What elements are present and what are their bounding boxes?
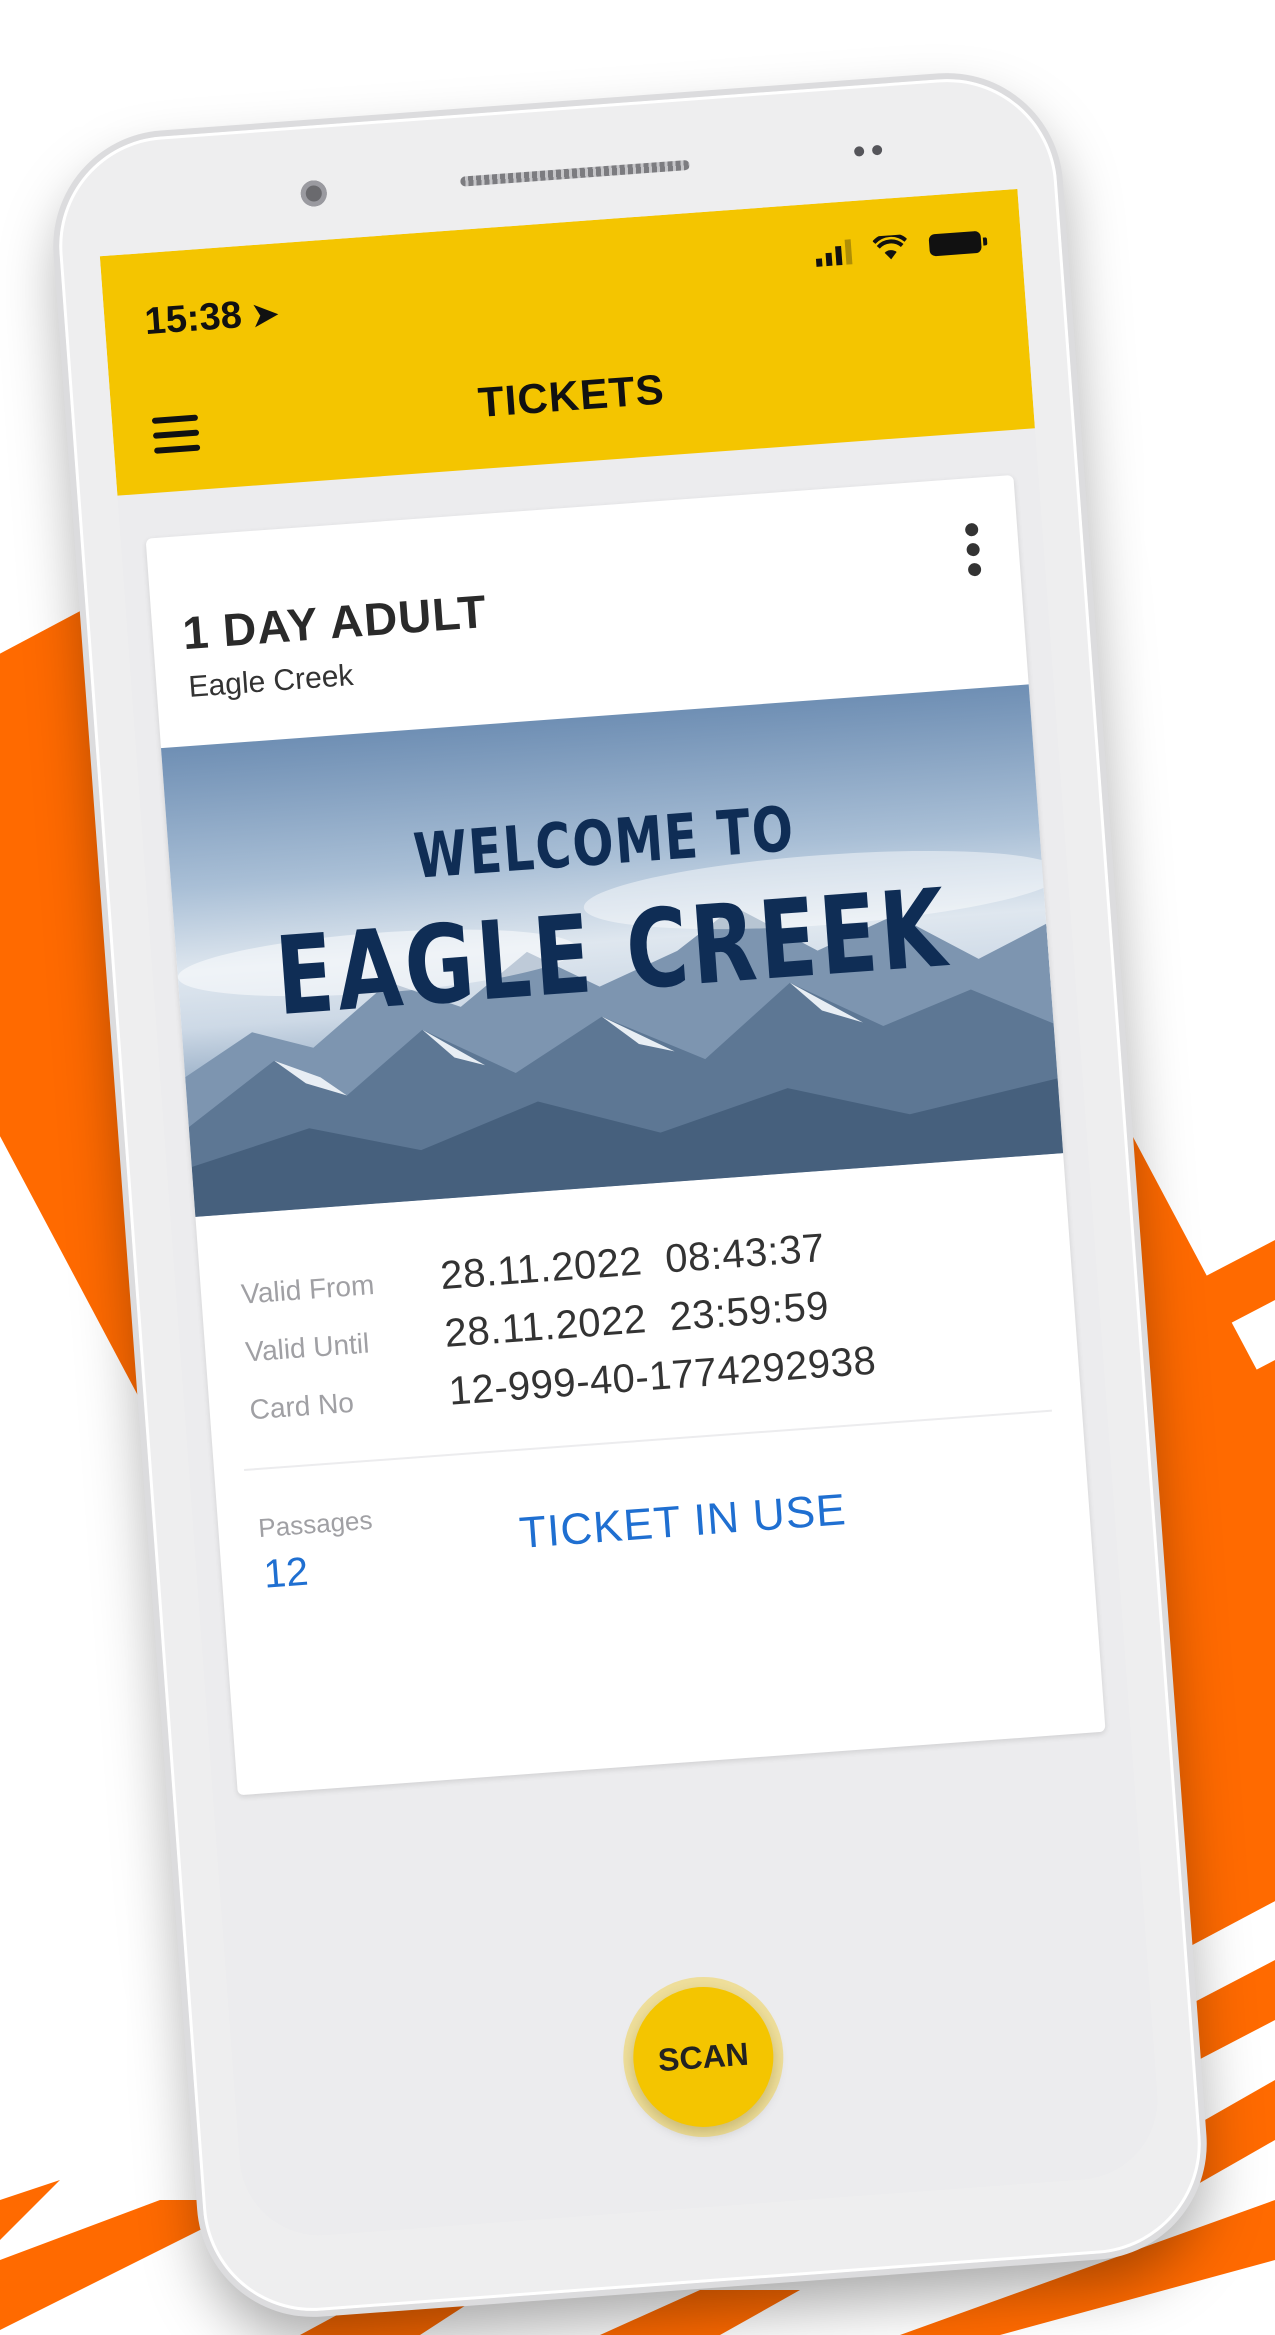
phone-mockup: 15:38➤ TICKETS 1 DAY ADULT Eagle Creek: [51, 71, 1209, 2319]
scan-button[interactable]: SCAN: [628, 1982, 779, 2132]
ticket-title: 1 DAY ADULT: [180, 584, 489, 660]
wifi-icon: [872, 232, 908, 262]
battery-icon: [928, 230, 982, 257]
passages-label: Passages: [257, 1504, 374, 1544]
ticket-status[interactable]: TICKET IN USE: [518, 1485, 848, 1559]
status-icons: [814, 222, 982, 274]
location-arrow-icon: ➤: [250, 295, 280, 334]
passages-count: 12: [262, 1549, 310, 1597]
detail-label: Valid Until: [244, 1327, 371, 1368]
ticket-card[interactable]: 1 DAY ADULT Eagle Creek WELCOME TO EAGLE…: [145, 474, 1106, 1796]
page-title: TICKETS: [476, 365, 667, 426]
app-screen: 15:38➤ TICKETS 1 DAY ADULT Eagle Creek: [99, 188, 1164, 2241]
ticket-details: Valid From 28.11.2022 08:43:37 Valid Unt…: [239, 1210, 1050, 1442]
detail-label: Card No: [248, 1386, 355, 1426]
sensor-dots: [853, 141, 895, 158]
status-time: 15:38 ➤: [143, 291, 280, 344]
ticket-location: Eagle Creek: [187, 658, 355, 704]
signal-icon: [815, 238, 853, 267]
status-time-text: 15:38: [143, 294, 244, 344]
more-vert-icon[interactable]: [964, 522, 985, 584]
detail-label: Valid From: [240, 1269, 376, 1310]
ticket-banner: WELCOME TO EAGLE CREEK: [161, 684, 1064, 1217]
